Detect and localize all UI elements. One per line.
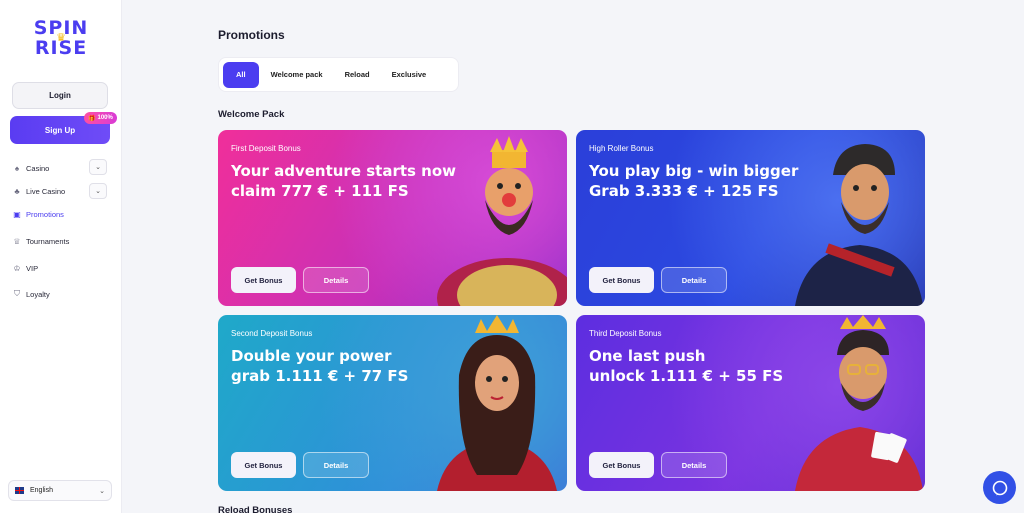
sidebar-item-label: Casino xyxy=(26,163,50,173)
live-casino-chevron-down-icon[interactable]: ⌄ xyxy=(89,183,107,199)
promotion-tabs: All Welcome pack Reload Exclusive xyxy=(218,57,459,92)
sidebar-item-promotions[interactable]: ▣ Promotions xyxy=(12,205,64,223)
card-headline-line-1: Double your power xyxy=(231,347,392,365)
uk-flag-icon xyxy=(15,487,24,494)
section-title-reload-bonuses: Reload Bonuses xyxy=(218,505,293,513)
section-title-welcome-pack: Welcome Pack xyxy=(218,109,285,120)
page-title: Promotions xyxy=(218,28,285,42)
card-headline: One last push unlock 1.111 € + 55 FS xyxy=(589,346,783,386)
card-headline-line-1: One last push xyxy=(589,347,706,365)
get-bonus-button[interactable]: Get Bonus xyxy=(589,452,654,478)
get-bonus-button[interactable]: Get Bonus xyxy=(231,267,296,293)
language-label: English xyxy=(30,487,53,494)
card-kicker: Third Deposit Bonus xyxy=(589,329,662,338)
card-headline-line-1: Your adventure starts now xyxy=(231,162,456,180)
card-headline-line-2: grab 1.111 € + 77 FS xyxy=(231,367,409,385)
crown-icon: ♔ xyxy=(13,263,21,273)
card-king-character-illustration xyxy=(795,315,923,491)
sidebar-item-vip[interactable]: ♔ VIP xyxy=(12,259,38,277)
get-bonus-button[interactable]: Get Bonus xyxy=(589,267,654,293)
chat-bubble-icon xyxy=(992,480,1007,495)
casino-chevron-down-icon[interactable]: ⌄ xyxy=(89,159,107,175)
pirate-character-illustration xyxy=(795,144,923,306)
signup-bonus-badge: 🎁 100% xyxy=(84,112,117,124)
sidebar-item-label: VIP xyxy=(26,263,39,273)
signup-badge-label: 100% xyxy=(97,115,113,121)
promo-card-first-deposit: First Deposit Bonus Your adventure start… xyxy=(218,130,567,306)
sidebar-item-tournaments[interactable]: ♕ Tournaments xyxy=(12,232,69,250)
brand-logo[interactable]: SPIN RISE ♛ xyxy=(22,18,100,64)
spade-icon: ♠ xyxy=(14,163,20,173)
card-kicker: High Roller Bonus xyxy=(589,144,654,153)
sidebar-item-live-casino[interactable]: ♣ Live Casino xyxy=(12,182,65,200)
sidebar-item-label: Tournaments xyxy=(26,236,70,246)
tab-all[interactable]: All xyxy=(223,61,259,88)
card-headline-line-2: unlock 1.111 € + 55 FS xyxy=(589,367,784,385)
chat-button[interactable] xyxy=(983,471,1016,504)
shield-icon: ⛉ xyxy=(14,289,20,298)
king-character-illustration xyxy=(437,136,567,306)
card-kicker: Second Deposit Bonus xyxy=(231,329,313,338)
chevron-down-icon: ⌄ xyxy=(99,487,105,495)
card-headline: You play big - win bigger Grab 3.333 € +… xyxy=(589,161,798,201)
tab-reload[interactable]: Reload xyxy=(335,62,380,88)
language-select[interactable]: English ⌄ xyxy=(8,480,112,501)
sidebar: SPIN RISE ♛ Login Sign Up 🎁 100% ♠ Casin… xyxy=(0,0,122,513)
card-kicker: First Deposit Bonus xyxy=(231,144,301,153)
crown-icon: ♛ xyxy=(56,32,66,44)
details-button[interactable]: Details xyxy=(303,267,369,293)
sidebar-item-casino[interactable]: ♠ Casino xyxy=(12,159,49,177)
promo-card-second-deposit: Second Deposit Bonus Double your power g… xyxy=(218,315,567,491)
card-headline: Your adventure starts now claim 777 € + … xyxy=(231,161,456,201)
card-headline: Double your power grab 1.111 € + 77 FS xyxy=(231,346,408,386)
queen-character-illustration xyxy=(437,315,557,491)
details-button[interactable]: Details xyxy=(661,452,727,478)
trophy-icon: ♕ xyxy=(13,236,21,246)
card-headline-line-2: claim 777 € + 111 FS xyxy=(231,182,409,200)
tab-welcome-pack[interactable]: Welcome pack xyxy=(261,62,333,88)
tab-exclusive[interactable]: Exclusive xyxy=(382,62,437,88)
promo-card-high-roller: High Roller Bonus You play big - win big… xyxy=(576,130,925,306)
sidebar-item-loyalty[interactable]: ⛉ Loyalty xyxy=(12,285,50,303)
gift-icon: ▣ xyxy=(13,209,21,219)
gift-icon: 🎁 xyxy=(88,115,96,122)
sidebar-item-label: Loyalty xyxy=(26,289,50,299)
promo-card-third-deposit: Third Deposit Bonus One last push unlock… xyxy=(576,315,925,491)
sidebar-item-label: Promotions xyxy=(26,209,64,219)
card-headline-line-2: Grab 3.333 € + 125 FS xyxy=(589,182,779,200)
details-button[interactable]: Details xyxy=(303,452,369,478)
club-icon: ♣ xyxy=(14,186,20,196)
details-button[interactable]: Details xyxy=(661,267,727,293)
card-headline-line-1: You play big - win bigger xyxy=(589,162,799,180)
get-bonus-button[interactable]: Get Bonus xyxy=(231,452,296,478)
sidebar-item-label: Live Casino xyxy=(26,186,66,196)
login-button[interactable]: Login xyxy=(12,82,108,109)
